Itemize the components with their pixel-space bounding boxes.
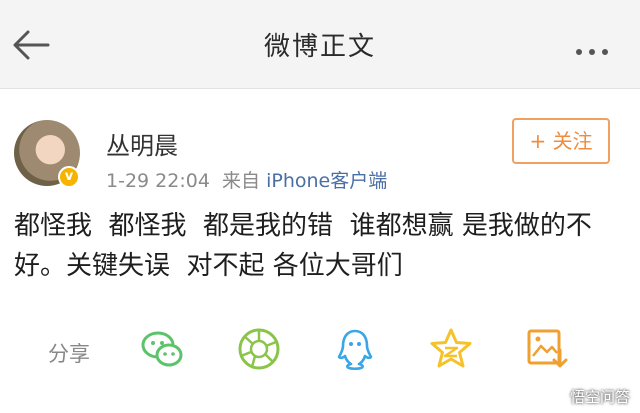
follow-button[interactable]: + 关注 [512,118,610,164]
watermark: 悟空问答 [569,388,630,406]
top-nav-bar: 微博正文 [0,0,640,89]
post-text: 都怪我 都怪我 都是我的错 谁都想赢 是我做的不好。关键失误 对不起 各位大哥们 [14,211,592,281]
qq-icon[interactable] [332,326,378,372]
source-prefix: 来自 [222,170,261,192]
moments-icon[interactable] [236,326,282,372]
qzone-icon[interactable] [428,326,474,372]
more-options-icon[interactable] [576,40,616,55]
username[interactable]: 丛明晨 [106,126,178,161]
save-image-icon[interactable] [524,326,570,372]
post-meta: 1-29 22:04 来自 iPhone客户端 [106,166,387,193]
page-title: 微博正文 [263,32,376,62]
share-label: 分享 [48,342,90,366]
verified-badge-icon: v [58,166,80,188]
wechat-icon[interactable] [140,326,186,372]
post-source[interactable]: iPhone客户端 [266,170,387,192]
post-timestamp: 1-29 22:04 [106,170,210,192]
